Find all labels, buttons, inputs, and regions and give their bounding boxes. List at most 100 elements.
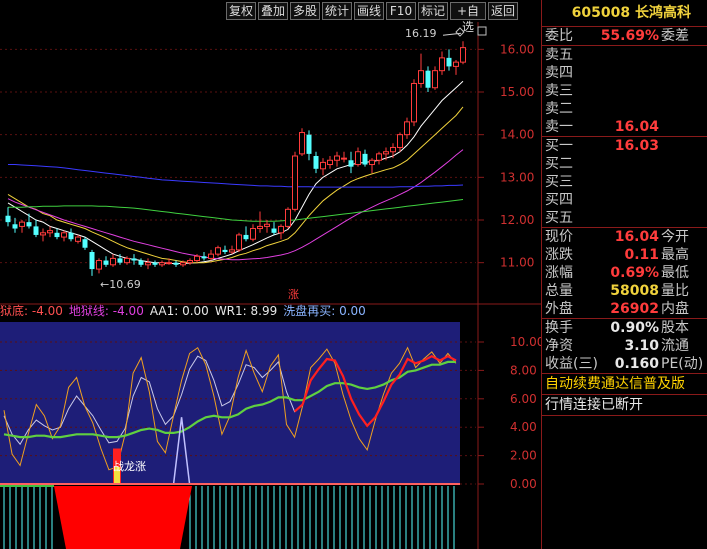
quote-0-tail: 今开 [661,229,689,245]
stat-0-label: 换手 [545,320,573,336]
stock-title: 605008 长鸿高科 [542,0,707,27]
ma-line-0 [7,80,464,264]
subscription-link[interactable]: 自动续费通达信普及版 [542,374,707,394]
quote-0: 现价 16.04 今开 [542,228,707,246]
quote-3: 总量 58008 量比 [542,282,707,300]
stat-1-value: 3.10 [624,338,659,354]
candle-body-33 [236,234,242,251]
buy-level-3-label: 买四 [545,192,573,208]
candle-body-15 [110,257,116,266]
indicator-tick-label-1: 8.00 [510,363,537,377]
candle-body-60 [425,70,431,88]
candle-body-36 [257,225,263,230]
stat-2-value: 0.160 [614,356,659,372]
candle-body-56 [397,134,403,148]
sell-level-4-label: 卖一 [545,119,573,135]
stat-2: 收益(三) 0.160 PE(动) [542,355,707,373]
toolbar-button-5[interactable]: F10 [386,2,416,20]
toolbar-button-2[interactable]: 多股 [290,2,320,20]
buy-level-0-label: 买一 [545,138,573,154]
buy-level-4-label: 买五 [545,210,573,226]
buy-level-4: 买五 [542,209,707,227]
candle-body-44 [313,156,319,169]
candle-body-65 [460,47,466,63]
candle-body-18 [131,258,137,261]
wei-bi-row: 委比 55.69% 委差 [542,27,707,45]
low-price-label: ←10.69 [100,278,141,291]
quote-0-value: 16.04 [614,229,659,245]
candle-body-53 [376,153,382,161]
candle-body-38 [271,228,277,233]
stock-code: 605008 [571,5,631,21]
candle-body-14 [103,260,109,265]
quote-2-label: 涨幅 [545,265,573,281]
candle-body-54 [383,151,389,155]
indicator-background [0,322,460,484]
candle-body-20 [145,262,151,266]
candle-body-11 [82,239,88,248]
quote-4: 外盘 26902 内盘 [542,300,707,318]
indicator-header-4: 洗盘再买: 0.00 [283,304,366,318]
toolbar-button-7[interactable]: +自选 [450,2,486,34]
candle-body-55 [390,146,396,153]
buy-level-0-value: 16.03 [614,138,659,154]
buy-level-3: 买四 [542,191,707,209]
buy-level-0: 买一 16.03 [542,137,707,155]
stock-name: 长鸿高科 [635,5,691,21]
candle-body-29 [208,253,214,259]
sell-level-2: 卖三 [542,82,707,100]
candle-body-58 [411,82,417,123]
window-icon [477,26,487,36]
quote-3-tail: 量比 [661,283,689,299]
sell-level-2-label: 卖三 [545,83,573,99]
candle-body-32 [229,249,235,253]
buy-level-2: 买三 [542,173,707,191]
candle-body-6 [47,230,53,234]
sell-levels: 卖五 卖四 卖三 卖二 卖一 16.04 [542,46,707,136]
toolbar-button-6[interactable]: 标记 [418,2,448,20]
price-chart[interactable]: 11.00 12.00 13.00 14.00 15.00 16.00 16.19 ←10.6… [0,22,541,549]
indicator-tick-label-0: 10.00 [510,335,541,349]
candle-body-25 [180,262,186,266]
candle-body-42 [299,132,305,155]
stat-2-label: 收益(三) [545,356,598,372]
quote-3-value: 58008 [610,283,659,299]
quote-4-tail: 内盘 [661,301,689,317]
candle-body-49 [348,160,354,167]
candle-body-3 [26,222,32,227]
candle-body-5 [40,232,46,236]
quote-panel: 605008 长鸿高科 委比 55.69% 委差 卖五 卖四 卖三 卖二 卖一 16.04… [541,0,707,549]
buy-level-1-label: 买二 [545,156,573,172]
stat-0: 换手 0.90% 股本 [542,319,707,337]
sell-level-1-label: 卖四 [545,65,573,81]
candle-body-61 [432,70,438,89]
candle-body-12 [89,252,95,270]
sell-level-1: 卖四 [542,64,707,82]
candle-body-63 [446,57,452,67]
candle-body-62 [439,57,445,72]
quote-4-value: 26902 [610,301,659,317]
candle-body-10 [75,236,81,242]
price-tick-label-2: 13.00 [500,170,534,184]
red-volume-block [54,486,192,549]
toolbar-button-4[interactable]: 画线 [354,2,384,20]
candle-body-17 [124,257,130,264]
toolbar-button-0[interactable]: 复权 [226,2,256,20]
ma-line-2 [7,149,464,261]
candle-body-26 [187,260,193,264]
high-price-label: 16.19 [405,27,437,40]
green-baseline [0,485,54,487]
candle-body-41 [292,155,298,210]
candle-body-9 [68,232,74,240]
indicator-header-3: WR1: 8.99 [214,304,278,318]
stat-0-value: 0.90% [610,320,659,336]
toolbar-button-3[interactable]: 统计 [322,2,352,20]
candle-body-4 [33,226,39,235]
candle-body-46 [327,159,333,166]
candle-body-40 [285,208,291,227]
wei-bi-label: 委比 [545,28,573,44]
quote-1: 涨跌 0.11 最高 [542,246,707,264]
indicator-tick-label-4: 2.00 [510,449,537,463]
toolbar-button-8[interactable]: 返回 [488,2,518,20]
toolbar-button-1[interactable]: 叠加 [258,2,288,20]
